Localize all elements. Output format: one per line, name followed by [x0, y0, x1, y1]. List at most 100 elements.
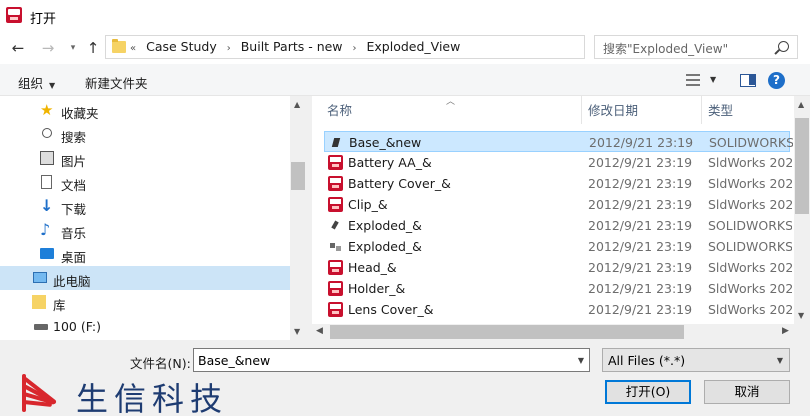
- navigation-scrollbar[interactable]: ▲ ▼: [290, 96, 306, 340]
- scroll-right-icon[interactable]: ▶: [782, 326, 789, 336]
- nav-item-pictures[interactable]: 图片: [0, 146, 290, 170]
- scroll-left-icon[interactable]: ◀: [316, 326, 323, 336]
- nav-item-downloads[interactable]: ↓ 下载: [0, 194, 290, 218]
- file-row[interactable]: Exploded_& 2012/9/21 23:19 SOLIDWORKS: [324, 236, 792, 257]
- scrollbar-thumb[interactable]: [795, 118, 809, 214]
- nav-item-label: 下载: [61, 202, 87, 217]
- logo-stripes-icon: [22, 372, 68, 412]
- search-box[interactable]: 搜索"Exploded_View": [594, 35, 798, 59]
- part-icon: [329, 135, 344, 150]
- breadcrumb-overflow[interactable]: «: [130, 43, 136, 54]
- scroll-up-icon[interactable]: ▲: [798, 100, 804, 109]
- new-folder-button[interactable]: 新建文件夹: [85, 73, 148, 92]
- file-row[interactable]: Head_& 2012/9/21 23:19 SldWorks 2020: [324, 257, 792, 278]
- nav-item-favorites[interactable]: ★ 收藏夹: [0, 98, 290, 122]
- file-type: SOLIDWORKS: [708, 218, 792, 233]
- file-row[interactable]: Holder_& 2012/9/21 23:19 SldWorks 2020: [324, 278, 792, 299]
- nav-item-music[interactable]: ♪ 音乐: [0, 218, 290, 242]
- view-options-icon[interactable]: [686, 74, 700, 86]
- solidworks-icon: [328, 281, 343, 296]
- file-date: 2012/9/21 23:19: [588, 281, 693, 296]
- file-row[interactable]: Battery AA_& 2012/9/21 23:19 SldWorks 20…: [324, 152, 792, 173]
- nav-item-label: 此电脑: [53, 274, 91, 289]
- scroll-down-icon[interactable]: ▼: [294, 327, 300, 336]
- breadcrumb-separator-icon[interactable]: ›: [227, 43, 231, 54]
- breadcrumb-case-study[interactable]: Case Study: [146, 39, 217, 54]
- address-toolbar: ← → ▾ ↑ « Case Study › Built Parts - new…: [0, 32, 810, 64]
- solidworks-icon: [328, 302, 343, 317]
- back-arrow-icon[interactable]: ←: [8, 38, 28, 58]
- search-input[interactable]: 搜索"Exploded_View": [603, 40, 728, 57]
- scroll-down-icon[interactable]: ▼: [798, 311, 804, 320]
- column-divider[interactable]: [701, 96, 702, 124]
- file-name: Battery AA_&: [348, 155, 432, 170]
- scrollbar-thumb[interactable]: [291, 162, 305, 190]
- forward-arrow-icon[interactable]: →: [38, 38, 58, 58]
- help-icon[interactable]: ?: [768, 72, 785, 89]
- file-name: Base_&new: [349, 135, 422, 150]
- file-type: SldWorks 2020: [708, 197, 792, 212]
- file-name: Head_&: [348, 260, 397, 275]
- nav-item-label: 100 (F:): [53, 319, 102, 334]
- folder-icon: [112, 39, 126, 53]
- download-icon: ↓: [40, 196, 54, 215]
- file-name: Holder_&: [348, 281, 406, 296]
- solidworks-icon: [328, 260, 343, 275]
- cancel-button[interactable]: 取消: [704, 380, 790, 404]
- scrollbar-thumb[interactable]: [330, 325, 684, 339]
- organize-label: 组织: [18, 76, 44, 91]
- up-arrow-icon[interactable]: ↑: [83, 38, 103, 58]
- file-date: 2012/9/21 23:19: [588, 155, 693, 170]
- exploded-icon: [328, 218, 343, 233]
- file-type: SldWorks 2020: [708, 176, 792, 191]
- star-icon: ★: [40, 101, 54, 119]
- library-icon: [32, 295, 46, 309]
- filename-combobox[interactable]: ▼: [193, 348, 590, 372]
- organize-button[interactable]: 组织 ▼: [18, 73, 55, 92]
- search-icon: [42, 128, 52, 138]
- nav-item-documents[interactable]: 文档: [0, 170, 290, 194]
- file-type: SOLIDWORKS: [708, 239, 792, 254]
- view-dropdown-icon[interactable]: ▼: [710, 75, 716, 84]
- breadcrumb: « Case Study › Built Parts - new › Explo…: [130, 39, 460, 54]
- column-divider[interactable]: [581, 96, 582, 124]
- solidworks-app-icon: [6, 7, 22, 23]
- file-list-vertical-scrollbar[interactable]: ▲ ▼: [794, 96, 810, 324]
- nav-item-libraries[interactable]: 库: [0, 290, 290, 314]
- file-row[interactable]: Base_&new 2012/9/21 23:19 SOLIDWORKS: [324, 131, 793, 152]
- scroll-up-icon[interactable]: ▲: [294, 100, 300, 109]
- file-row[interactable]: Lens Cover_& 2012/9/21 23:19 SldWorks 20…: [324, 299, 792, 320]
- recent-locations-chevron-icon[interactable]: ▾: [63, 38, 83, 58]
- nav-item-desktop[interactable]: 桌面: [0, 242, 290, 266]
- breadcrumb-exploded-view[interactable]: Exploded_View: [367, 39, 461, 54]
- watermark-text: 生信科技: [76, 380, 229, 416]
- nav-item-search[interactable]: 搜索: [0, 122, 290, 146]
- chevron-down-icon[interactable]: ▼: [777, 356, 783, 365]
- preview-pane-icon[interactable]: [740, 74, 756, 87]
- chevron-down-icon[interactable]: ▼: [578, 356, 584, 365]
- watermark-logo: 生信科技: [22, 372, 262, 416]
- filename-input[interactable]: [198, 352, 568, 368]
- nav-item-drive-f[interactable]: 100 (F:): [0, 314, 290, 338]
- nav-item-label: 文档: [61, 178, 87, 193]
- column-header-date[interactable]: 修改日期: [588, 96, 638, 124]
- solidworks-icon: [328, 197, 343, 212]
- breadcrumb-built-parts[interactable]: Built Parts - new: [241, 39, 343, 54]
- file-row[interactable]: Clip_& 2012/9/21 23:19 SldWorks 2020: [324, 194, 792, 215]
- search-icon[interactable]: [778, 41, 789, 52]
- file-type: SldWorks 2020: [708, 155, 792, 170]
- file-row[interactable]: Battery Cover_& 2012/9/21 23:19 SldWorks…: [324, 173, 792, 194]
- drive-icon: [34, 324, 48, 330]
- address-bar[interactable]: « Case Study › Built Parts - new › Explo…: [105, 35, 684, 59]
- column-header-name[interactable]: 名称: [327, 96, 352, 124]
- breadcrumb-separator-icon[interactable]: ›: [353, 43, 357, 54]
- file-name: Battery Cover_&: [348, 176, 451, 191]
- nav-item-this-pc[interactable]: 此电脑: [0, 266, 290, 290]
- open-button[interactable]: 打开(O): [605, 380, 691, 404]
- column-header-type[interactable]: 类型: [708, 96, 733, 124]
- file-type-filter-select[interactable]: All Files (*.*) ▼: [602, 348, 790, 372]
- command-bar: 组织 ▼ 新建文件夹 ▼ ?: [0, 64, 810, 96]
- file-list-horizontal-scrollbar[interactable]: ◀ ▶: [312, 324, 810, 340]
- title-bar: 打开: [0, 0, 810, 32]
- file-row[interactable]: Exploded_& 2012/9/21 23:19 SOLIDWORKS: [324, 215, 792, 236]
